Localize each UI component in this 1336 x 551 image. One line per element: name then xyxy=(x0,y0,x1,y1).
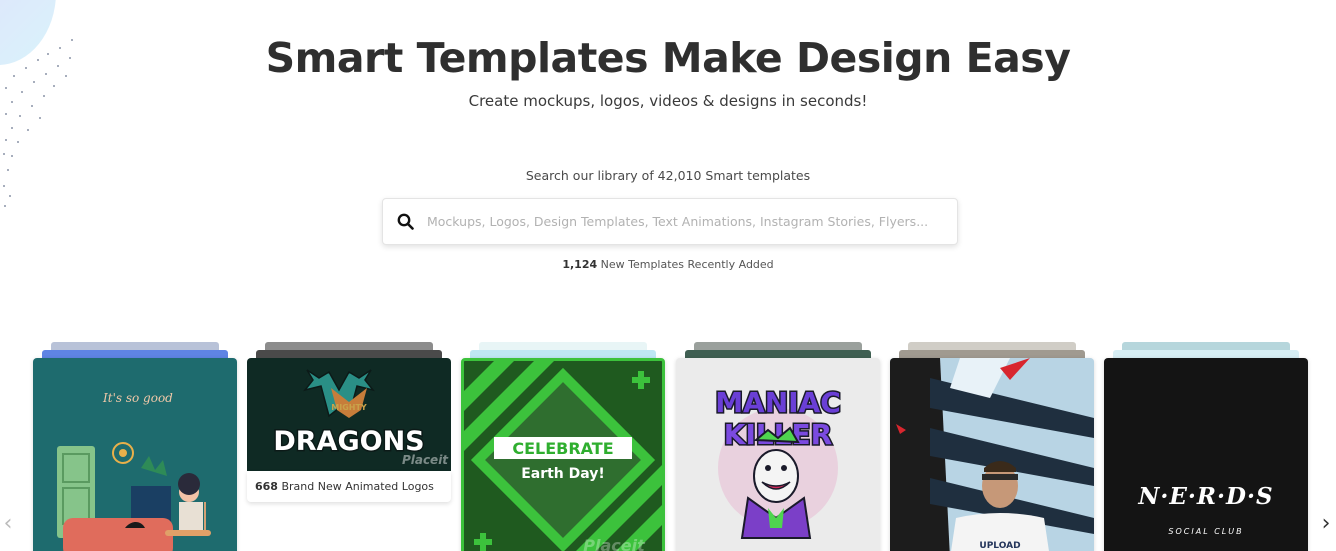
svg-text:MIGHTY: MIGHTY xyxy=(331,403,367,412)
caption-count: 668 xyxy=(255,480,278,493)
chevron-right-icon: › xyxy=(1321,510,1331,536)
chevron-left-icon: ‹ xyxy=(3,510,13,536)
dragon-logo-icon: MIGHTY DRAGONS Placeit xyxy=(272,369,449,467)
card-caption[interactable]: 668 Brand New Animated Logos xyxy=(247,471,451,502)
template-card-maniac-killer[interactable]: MANIAC KILLER xyxy=(676,342,880,551)
carousel-next-button[interactable]: › xyxy=(1316,505,1336,541)
card-image[interactable]: UPLOAD xyxy=(890,358,1094,551)
svg-text:KILLER: KILLER xyxy=(724,418,833,451)
new-templates-text: 1,124 New Templates Recently Added xyxy=(0,258,1336,271)
banner-icon: CELEBRATE Earth Day! Placeit xyxy=(464,361,662,551)
illustration-icon: It's so good xyxy=(57,391,211,551)
svg-text:Placeit: Placeit xyxy=(583,536,646,551)
svg-text:It's so good: It's so good xyxy=(102,391,173,405)
new-templates-label: New Templates Recently Added xyxy=(600,258,774,271)
page-title: Smart Templates Make Design Easy xyxy=(265,34,1071,82)
svg-text:MANIAC: MANIAC xyxy=(715,386,841,419)
new-templates-count: 1,124 xyxy=(562,258,598,271)
card-image[interactable]: N·E·R·D·S SOCIAL CLUB xyxy=(1104,358,1308,551)
template-card-illustration[interactable]: It's so good xyxy=(33,342,237,551)
template-card-nerds[interactable]: N·E·R·D·S SOCIAL CLUB xyxy=(1104,342,1308,551)
card-image[interactable]: CELEBRATE Earth Day! Placeit xyxy=(461,358,665,551)
caption-label: Brand New Animated Logos xyxy=(281,480,434,493)
search-icon[interactable] xyxy=(383,198,427,245)
template-card-earth-day[interactable]: CELEBRATE Earth Day! Placeit xyxy=(461,342,665,551)
template-card-tshirt-mockup[interactable]: UPLOAD xyxy=(890,342,1094,551)
card-image[interactable]: MIGHTY DRAGONS Placeit xyxy=(247,358,451,471)
svg-text:Placeit: Placeit xyxy=(402,453,449,467)
carousel-prev-button[interactable]: ‹ xyxy=(0,505,16,541)
search-bar[interactable] xyxy=(382,198,958,245)
svg-text:N·E·R·D·S: N·E·R·D·S xyxy=(1137,483,1273,510)
svg-text:UPLOAD: UPLOAD xyxy=(979,541,1020,551)
svg-text:CELEBRATE: CELEBRATE xyxy=(512,439,613,458)
photo-mockup-icon: UPLOAD xyxy=(890,358,1094,551)
library-count-text: Search our library of 42,010 Smart templ… xyxy=(525,168,811,183)
card-image[interactable]: It's so good xyxy=(33,358,237,551)
svg-text:Earth Day!: Earth Day! xyxy=(521,466,605,482)
card-image[interactable]: MANIAC KILLER xyxy=(676,358,880,551)
joker-logo-icon: MANIAC KILLER xyxy=(714,385,842,539)
svg-text:SOCIAL CLUB: SOCIAL CLUB xyxy=(1168,527,1243,536)
template-card-animated-logos[interactable]: MIGHTY DRAGONS Placeit 668 Brand New Ani… xyxy=(247,342,451,551)
page-subtitle: Create mockups, logos, videos & designs … xyxy=(468,92,868,110)
text-logo-icon: N·E·R·D·S SOCIAL CLUB xyxy=(1137,483,1273,536)
search-input[interactable] xyxy=(427,201,937,242)
